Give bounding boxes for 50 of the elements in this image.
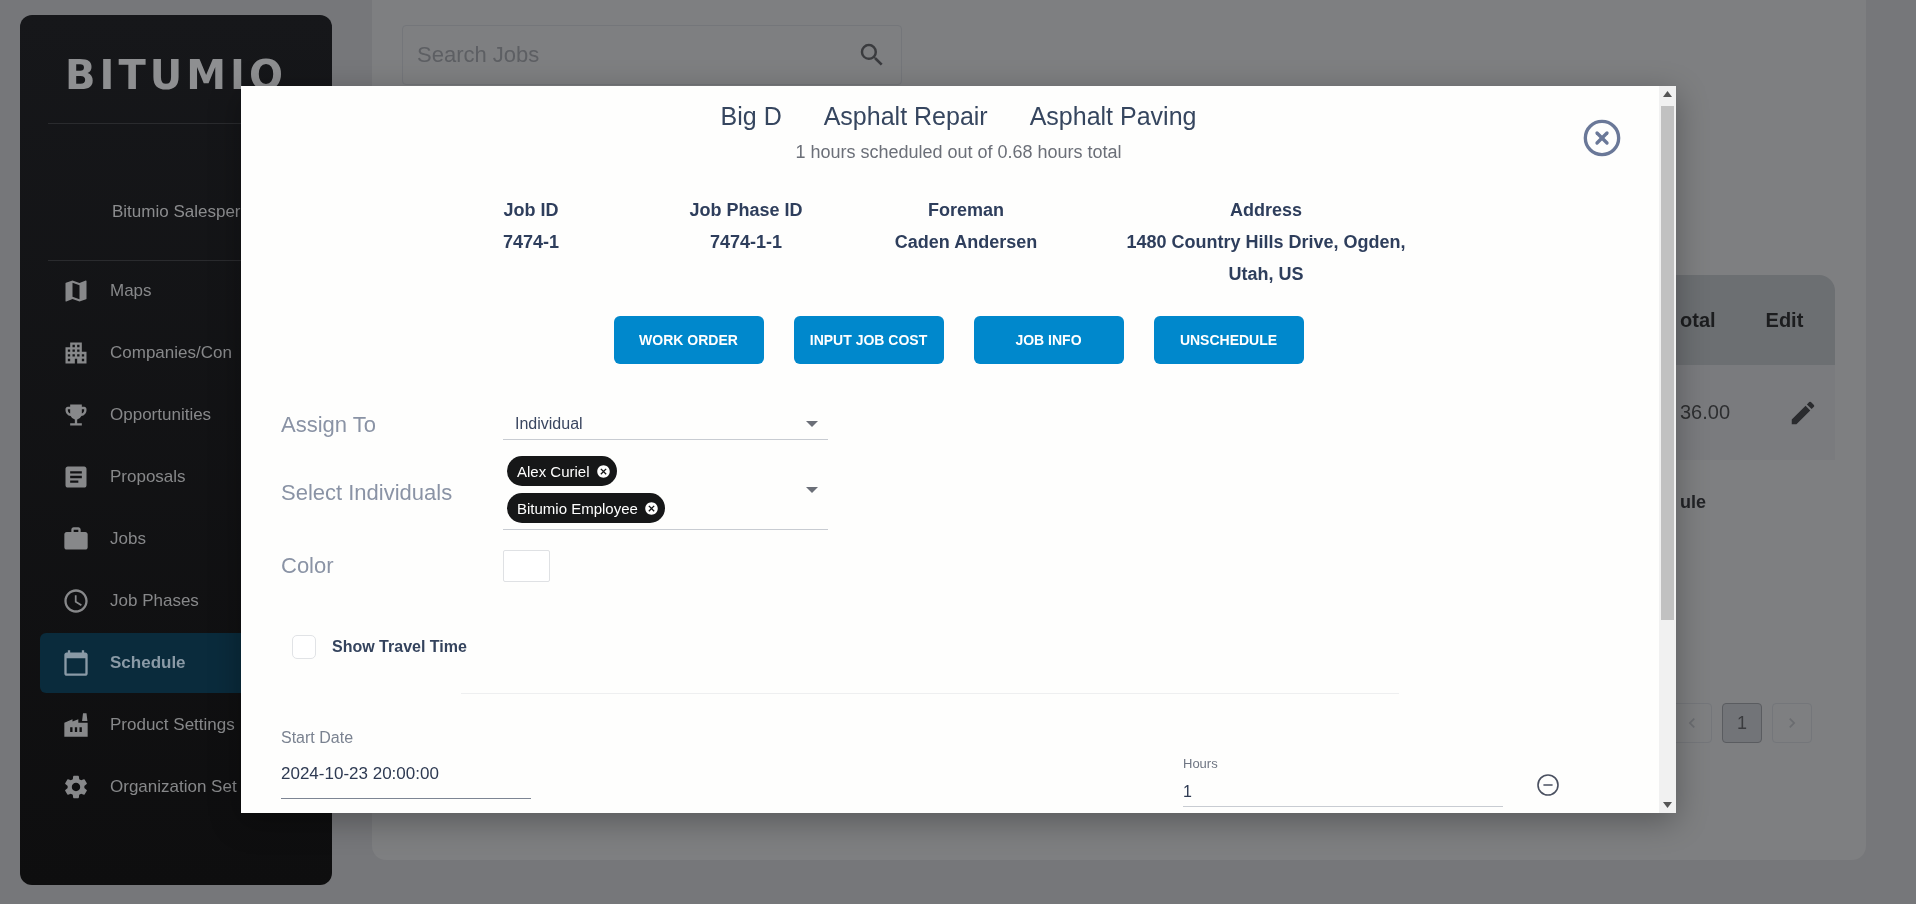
dropdown-icon bbox=[806, 486, 818, 493]
hours-field[interactable]: Hours 1 bbox=[1183, 756, 1503, 807]
dialog-title: Big D bbox=[720, 101, 782, 132]
action-button[interactable]: UNSCHEDULE bbox=[1153, 316, 1304, 364]
remove-icon[interactable] bbox=[595, 463, 611, 479]
scroll-up-icon[interactable] bbox=[1663, 91, 1672, 97]
action-button[interactable]: WORK ORDER bbox=[613, 316, 764, 364]
action-button[interactable]: INPUT JOB COST bbox=[793, 316, 944, 364]
remove-icon[interactable] bbox=[643, 500, 659, 516]
color-swatch[interactable] bbox=[503, 550, 550, 582]
scrollbar[interactable] bbox=[1659, 86, 1676, 813]
checkbox[interactable] bbox=[292, 635, 316, 659]
info-value: 7474-1 bbox=[502, 231, 560, 254]
field-label: Color bbox=[281, 553, 335, 579]
info-label: Job Phase ID bbox=[689, 199, 803, 222]
close-icon[interactable] bbox=[1582, 118, 1622, 158]
dropdown-icon bbox=[806, 420, 818, 427]
field-label: Select Individuals bbox=[281, 480, 454, 506]
nav-item[interactable]: Maps bbox=[40, 261, 312, 321]
scroll-down-icon[interactable] bbox=[1663, 802, 1672, 808]
hours-summary: 1 hours scheduled out of 0.68 hours total bbox=[794, 141, 1123, 164]
column-header: Edit bbox=[1765, 308, 1804, 332]
column-header: otal bbox=[1680, 308, 1716, 332]
info-value: 7474-1-1 bbox=[709, 231, 783, 254]
person-chip[interactable]: Bitumio Employee bbox=[507, 493, 665, 523]
info-label: Foreman bbox=[928, 199, 1004, 222]
logo: BITUMIO bbox=[64, 53, 288, 97]
checkbox-label: Show Travel Time bbox=[332, 638, 467, 656]
minus-icon[interactable] bbox=[1536, 773, 1560, 797]
briefcase-icon bbox=[62, 525, 90, 553]
gear-icon bbox=[62, 773, 90, 801]
dialog-title: Asphalt Repair bbox=[823, 101, 988, 132]
info-value: Caden Andersen bbox=[894, 231, 1038, 254]
calendar-icon bbox=[62, 649, 90, 677]
factory-icon bbox=[62, 711, 90, 739]
info-label: Address bbox=[1230, 199, 1302, 222]
field-label: Assign To bbox=[281, 412, 377, 438]
link-text[interactable]: ule bbox=[1680, 492, 1706, 512]
user-name: Bitumio Salesper bbox=[111, 201, 242, 223]
dialog-title: Asphalt Paving bbox=[1029, 101, 1197, 132]
assign-select[interactable]: Individual bbox=[503, 410, 828, 440]
action-button[interactable]: JOB INFO bbox=[973, 316, 1124, 364]
info-value: 1480 Country Hills Drive, Ogden, Utah, US bbox=[1125, 231, 1407, 286]
nav-item[interactable]: Companies/Con bbox=[40, 323, 312, 383]
table-cell: 36.00 bbox=[1680, 401, 1731, 424]
info-label: Job ID bbox=[503, 199, 559, 222]
clock-icon bbox=[62, 587, 90, 615]
person-chip[interactable]: Alex Curiel bbox=[507, 456, 617, 486]
start-date-field[interactable]: Start Date 2024-10-23 20:00:00 bbox=[281, 728, 531, 799]
individuals-select[interactable]: Alex Curiel Bitumio Employee bbox=[503, 456, 828, 530]
